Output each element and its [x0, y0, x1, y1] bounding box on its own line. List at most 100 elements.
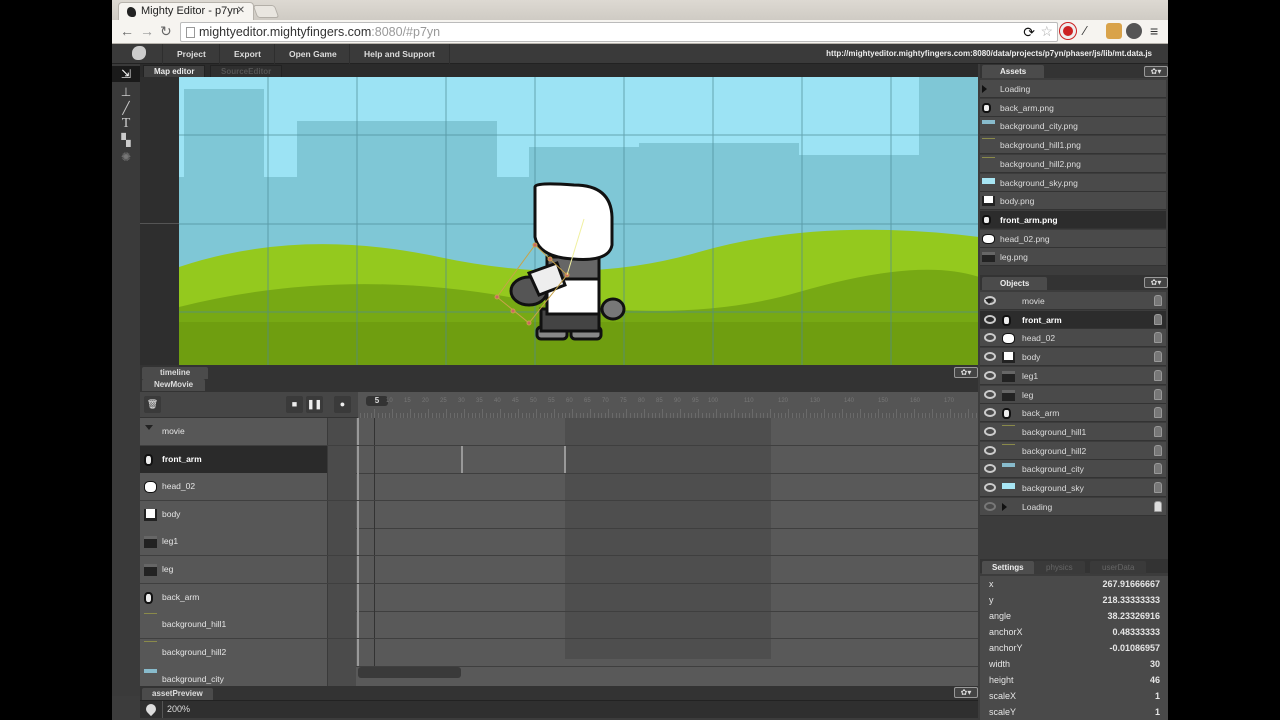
move-tool-icon[interactable]: ⇲ [112, 66, 140, 82]
object-item[interactable]: back_arm [980, 404, 1166, 423]
adblock-icon[interactable] [1060, 23, 1076, 39]
game-map[interactable] [179, 77, 978, 365]
pause-button[interactable]: ❚❚ [306, 396, 323, 413]
keyframe-marker[interactable] [357, 418, 359, 445]
setting-row[interactable]: scaleY 1 [980, 704, 1160, 720]
tile-tool-icon[interactable]: ▚ [118, 132, 134, 148]
mighty-logo-icon[interactable] [132, 46, 146, 60]
track-name[interactable]: leg [140, 556, 328, 583]
tab-map-editor[interactable]: Map editor [143, 65, 206, 77]
keyframe-marker[interactable] [357, 583, 359, 611]
track-name[interactable]: movie [140, 418, 328, 445]
keyframe-marker[interactable] [357, 556, 359, 583]
keyframe-marker[interactable] [357, 445, 359, 473]
back-icon[interactable]: ← [120, 23, 134, 39]
lock-icon[interactable] [1154, 388, 1162, 400]
keyframe-marker[interactable] [357, 638, 359, 666]
menu-icon[interactable]: ≡ [1150, 23, 1158, 39]
setting-value[interactable]: 0.48333333 [1112, 624, 1160, 640]
lock-icon[interactable] [1154, 425, 1162, 437]
eye-icon[interactable] [984, 352, 996, 362]
track-name[interactable]: body [140, 500, 328, 528]
setting-value[interactable]: -0.01086957 [1109, 640, 1160, 656]
track-name[interactable]: leg1 [140, 528, 328, 556]
keyframe-marker[interactable] [357, 473, 359, 501]
lock-icon[interactable] [1154, 369, 1162, 381]
asset-item[interactable]: head_02.png [980, 229, 1166, 248]
setting-value[interactable]: 218.33333333 [1102, 592, 1160, 608]
setting-value[interactable]: 30 [1150, 656, 1160, 672]
menu-open-game[interactable]: Open Game [274, 44, 351, 64]
setting-row[interactable]: scaleX 1 [980, 688, 1160, 704]
setting-value[interactable]: 1 [1155, 688, 1160, 704]
setting-value[interactable]: 267.91666667 [1102, 576, 1160, 592]
setting-row[interactable]: height 46 [980, 672, 1160, 688]
timeline-ruler[interactable]: 5 10 15 20 25 30 35 40 45 50 55 60 65 70 75 80 85 90 95 10… [358, 392, 978, 418]
setting-row[interactable]: anchorY -0.01086957 [980, 640, 1160, 656]
browser-tab[interactable]: Mighty Editor - p7yn ✕ [118, 2, 254, 20]
current-frame[interactable]: 5 [366, 396, 388, 406]
assets-gear-icon[interactable]: ✿▾ [1144, 66, 1168, 77]
object-item[interactable]: background_hill2 [980, 441, 1166, 460]
delete-icon[interactable]: 🗑 [144, 396, 161, 413]
data-url-link[interactable]: http://mightyeditor.mightyfingers.com:80… [826, 44, 1152, 64]
lock-icon[interactable] [1154, 500, 1162, 512]
tab-assets[interactable]: Assets [982, 65, 1045, 78]
eyedropper-icon[interactable]: ⁄ [1084, 23, 1086, 38]
object-item[interactable]: leg1 [980, 366, 1166, 385]
lock-icon[interactable] [1154, 295, 1162, 306]
timeline-track[interactable]: leg [140, 556, 978, 584]
asset-item[interactable]: front_arm.png [980, 210, 1166, 229]
menu-export[interactable]: Export [219, 44, 275, 64]
eye-icon[interactable] [984, 333, 996, 343]
close-tab-icon[interactable]: ✕ [237, 5, 245, 16]
asset-item[interactable]: back_arm.png [980, 98, 1166, 117]
timeline-track[interactable]: back_arm [140, 583, 978, 612]
track-name[interactable]: background_hill2 [140, 638, 328, 666]
setting-row[interactable]: anchorX 0.48333333 [980, 624, 1160, 640]
lock-icon[interactable] [1154, 313, 1162, 325]
lock-icon[interactable] [1154, 482, 1162, 493]
setting-row[interactable]: x 267.91666667 [980, 576, 1160, 592]
tab-newmovie[interactable]: NewMovie [142, 379, 206, 391]
setting-row[interactable]: y 218.33333333 [980, 592, 1160, 608]
location-pin-icon[interactable] [143, 701, 159, 717]
keyframe-marker[interactable] [564, 445, 566, 473]
lock-icon[interactable] [1154, 332, 1162, 344]
eye-icon[interactable] [984, 389, 996, 399]
object-item[interactable]: body [980, 348, 1166, 367]
globe-icon[interactable] [1126, 23, 1142, 39]
track-name[interactable]: front_arm [140, 445, 328, 473]
star-icon[interactable]: ☆ [1040, 23, 1053, 40]
track-name[interactable]: head_02 [140, 473, 328, 501]
asset-preview-gear-icon[interactable]: ✿▾ [954, 687, 978, 698]
reload-icon[interactable]: ↻ [160, 23, 172, 40]
asset-item[interactable]: body.png [980, 192, 1166, 211]
setting-value[interactable]: 38.23326916 [1107, 608, 1160, 624]
objects-gear-icon[interactable]: ✿▾ [1144, 277, 1168, 288]
object-item[interactable]: leg [980, 385, 1166, 404]
eye-icon[interactable] [984, 426, 996, 436]
setting-row[interactable]: width 30 [980, 656, 1160, 672]
object-item[interactable]: background_hill1 [980, 422, 1166, 441]
stop-button[interactable]: ■ [286, 396, 303, 413]
object-item[interactable]: front_arm [980, 310, 1166, 329]
setting-row[interactable]: angle 38.23326916 [980, 608, 1160, 624]
keyframe-marker[interactable] [461, 445, 463, 473]
object-item[interactable]: Loading [980, 497, 1166, 516]
asset-item[interactable]: Loading [980, 80, 1166, 98]
eye-icon[interactable] [984, 445, 996, 455]
brush-tool-icon[interactable]: ╱ [118, 100, 134, 116]
eye-icon[interactable] [984, 408, 996, 418]
tab-timeline[interactable]: timeline [142, 367, 209, 379]
refresh-icon[interactable]: ⟳ [1023, 24, 1035, 41]
track-name[interactable]: back_arm [140, 583, 328, 611]
extension-icon[interactable] [1106, 23, 1122, 39]
asset-item[interactable]: background_city.png [980, 117, 1166, 136]
tab-physics[interactable]: physics [1034, 561, 1085, 574]
asset-item[interactable]: leg.png [980, 248, 1166, 267]
tab-source-editor[interactable]: SourceEditor [210, 65, 283, 77]
object-item[interactable]: background_city [980, 460, 1166, 479]
lock-icon[interactable] [1154, 351, 1162, 363]
lock-icon[interactable] [1154, 444, 1162, 456]
